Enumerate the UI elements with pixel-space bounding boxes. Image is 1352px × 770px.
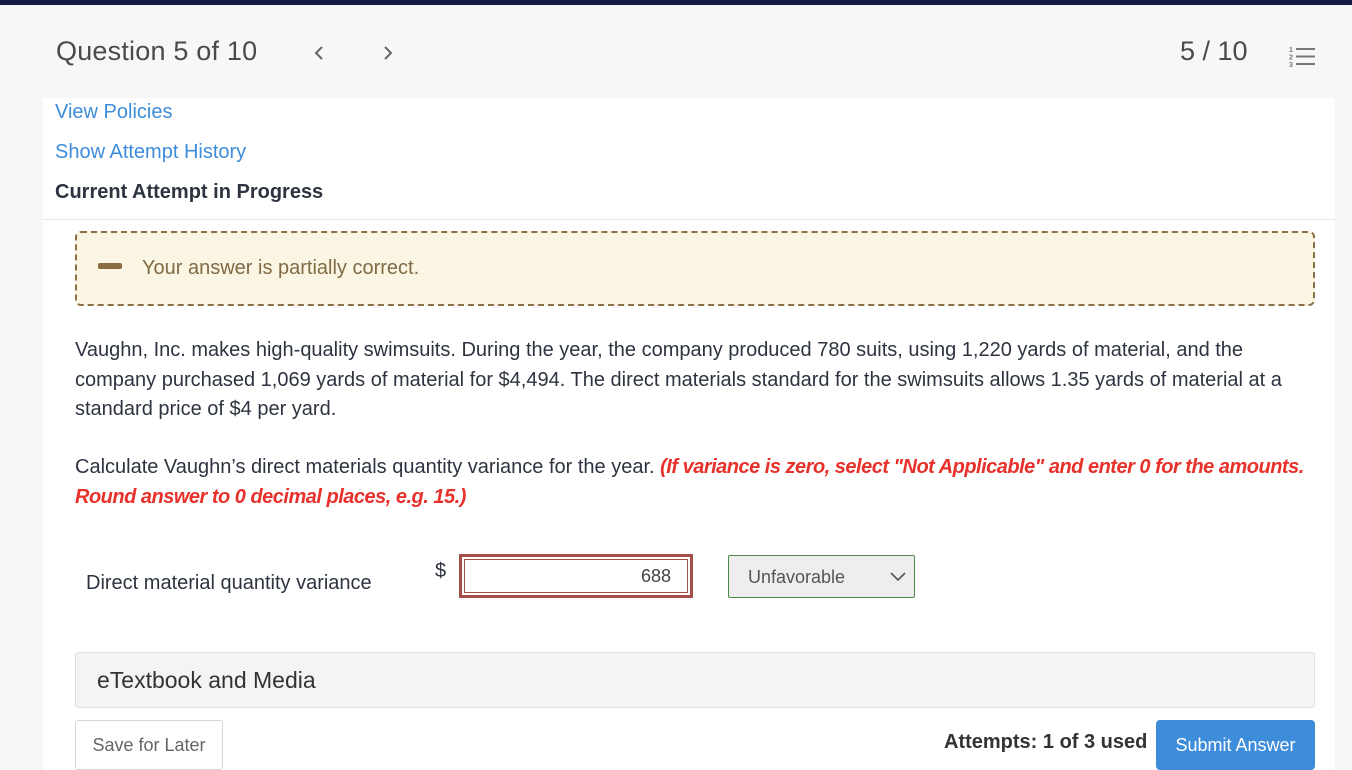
currency-symbol: $ [435, 560, 447, 582]
submit-answer-button[interactable]: Submit Answer [1156, 720, 1315, 770]
variance-label: Direct material quantity variance [86, 572, 372, 594]
current-attempt-heading: Current Attempt in Progress [55, 181, 324, 203]
chevron-right-icon [384, 46, 393, 60]
previous-question-button[interactable] [307, 41, 331, 65]
feedback-banner: Your answer is partially correct. [75, 231, 1315, 306]
numbered-list-icon[interactable]: 1 2 3 [1288, 44, 1316, 68]
variance-amount-input[interactable] [464, 559, 688, 593]
svg-text:2: 2 [1289, 55, 1293, 62]
instruction-text: Calculate Vaughn’s direct materials quan… [75, 456, 661, 478]
attempts-counter: Attempts: 1 of 3 used [944, 731, 1148, 753]
show-attempt-history-link[interactable]: Show Attempt History [55, 141, 246, 164]
partial-dash-icon [98, 263, 122, 269]
question-title: Question 5 of 10 [56, 36, 258, 66]
question-count: 5 / 10 [1180, 36, 1248, 66]
chevron-down-icon [890, 572, 906, 582]
divider [43, 219, 1335, 220]
etextbook-media-label: eTextbook and Media [97, 667, 316, 693]
variance-type-select[interactable]: Unfavorable [728, 555, 915, 598]
variance-type-selected: Unfavorable [748, 567, 846, 587]
view-policies-link[interactable]: View Policies [55, 101, 172, 124]
instruction: Calculate Vaughn’s direct materials quan… [75, 452, 1315, 512]
chevron-left-icon [314, 46, 323, 60]
save-for-later-button[interactable]: Save for Later [75, 720, 223, 770]
etextbook-media-section[interactable]: eTextbook and Media [75, 652, 1315, 708]
variance-amount-field [459, 554, 693, 598]
problem-text: Vaughn, Inc. makes high-quality swimsuit… [75, 339, 1282, 420]
svg-text:1: 1 [1289, 47, 1293, 54]
feedback-message: Your answer is partially correct. [142, 257, 420, 279]
next-question-button[interactable] [376, 41, 400, 65]
svg-text:3: 3 [1289, 62, 1293, 68]
question-header: Question 5 of 10 5 / 10 1 2 3 [0, 5, 1352, 98]
